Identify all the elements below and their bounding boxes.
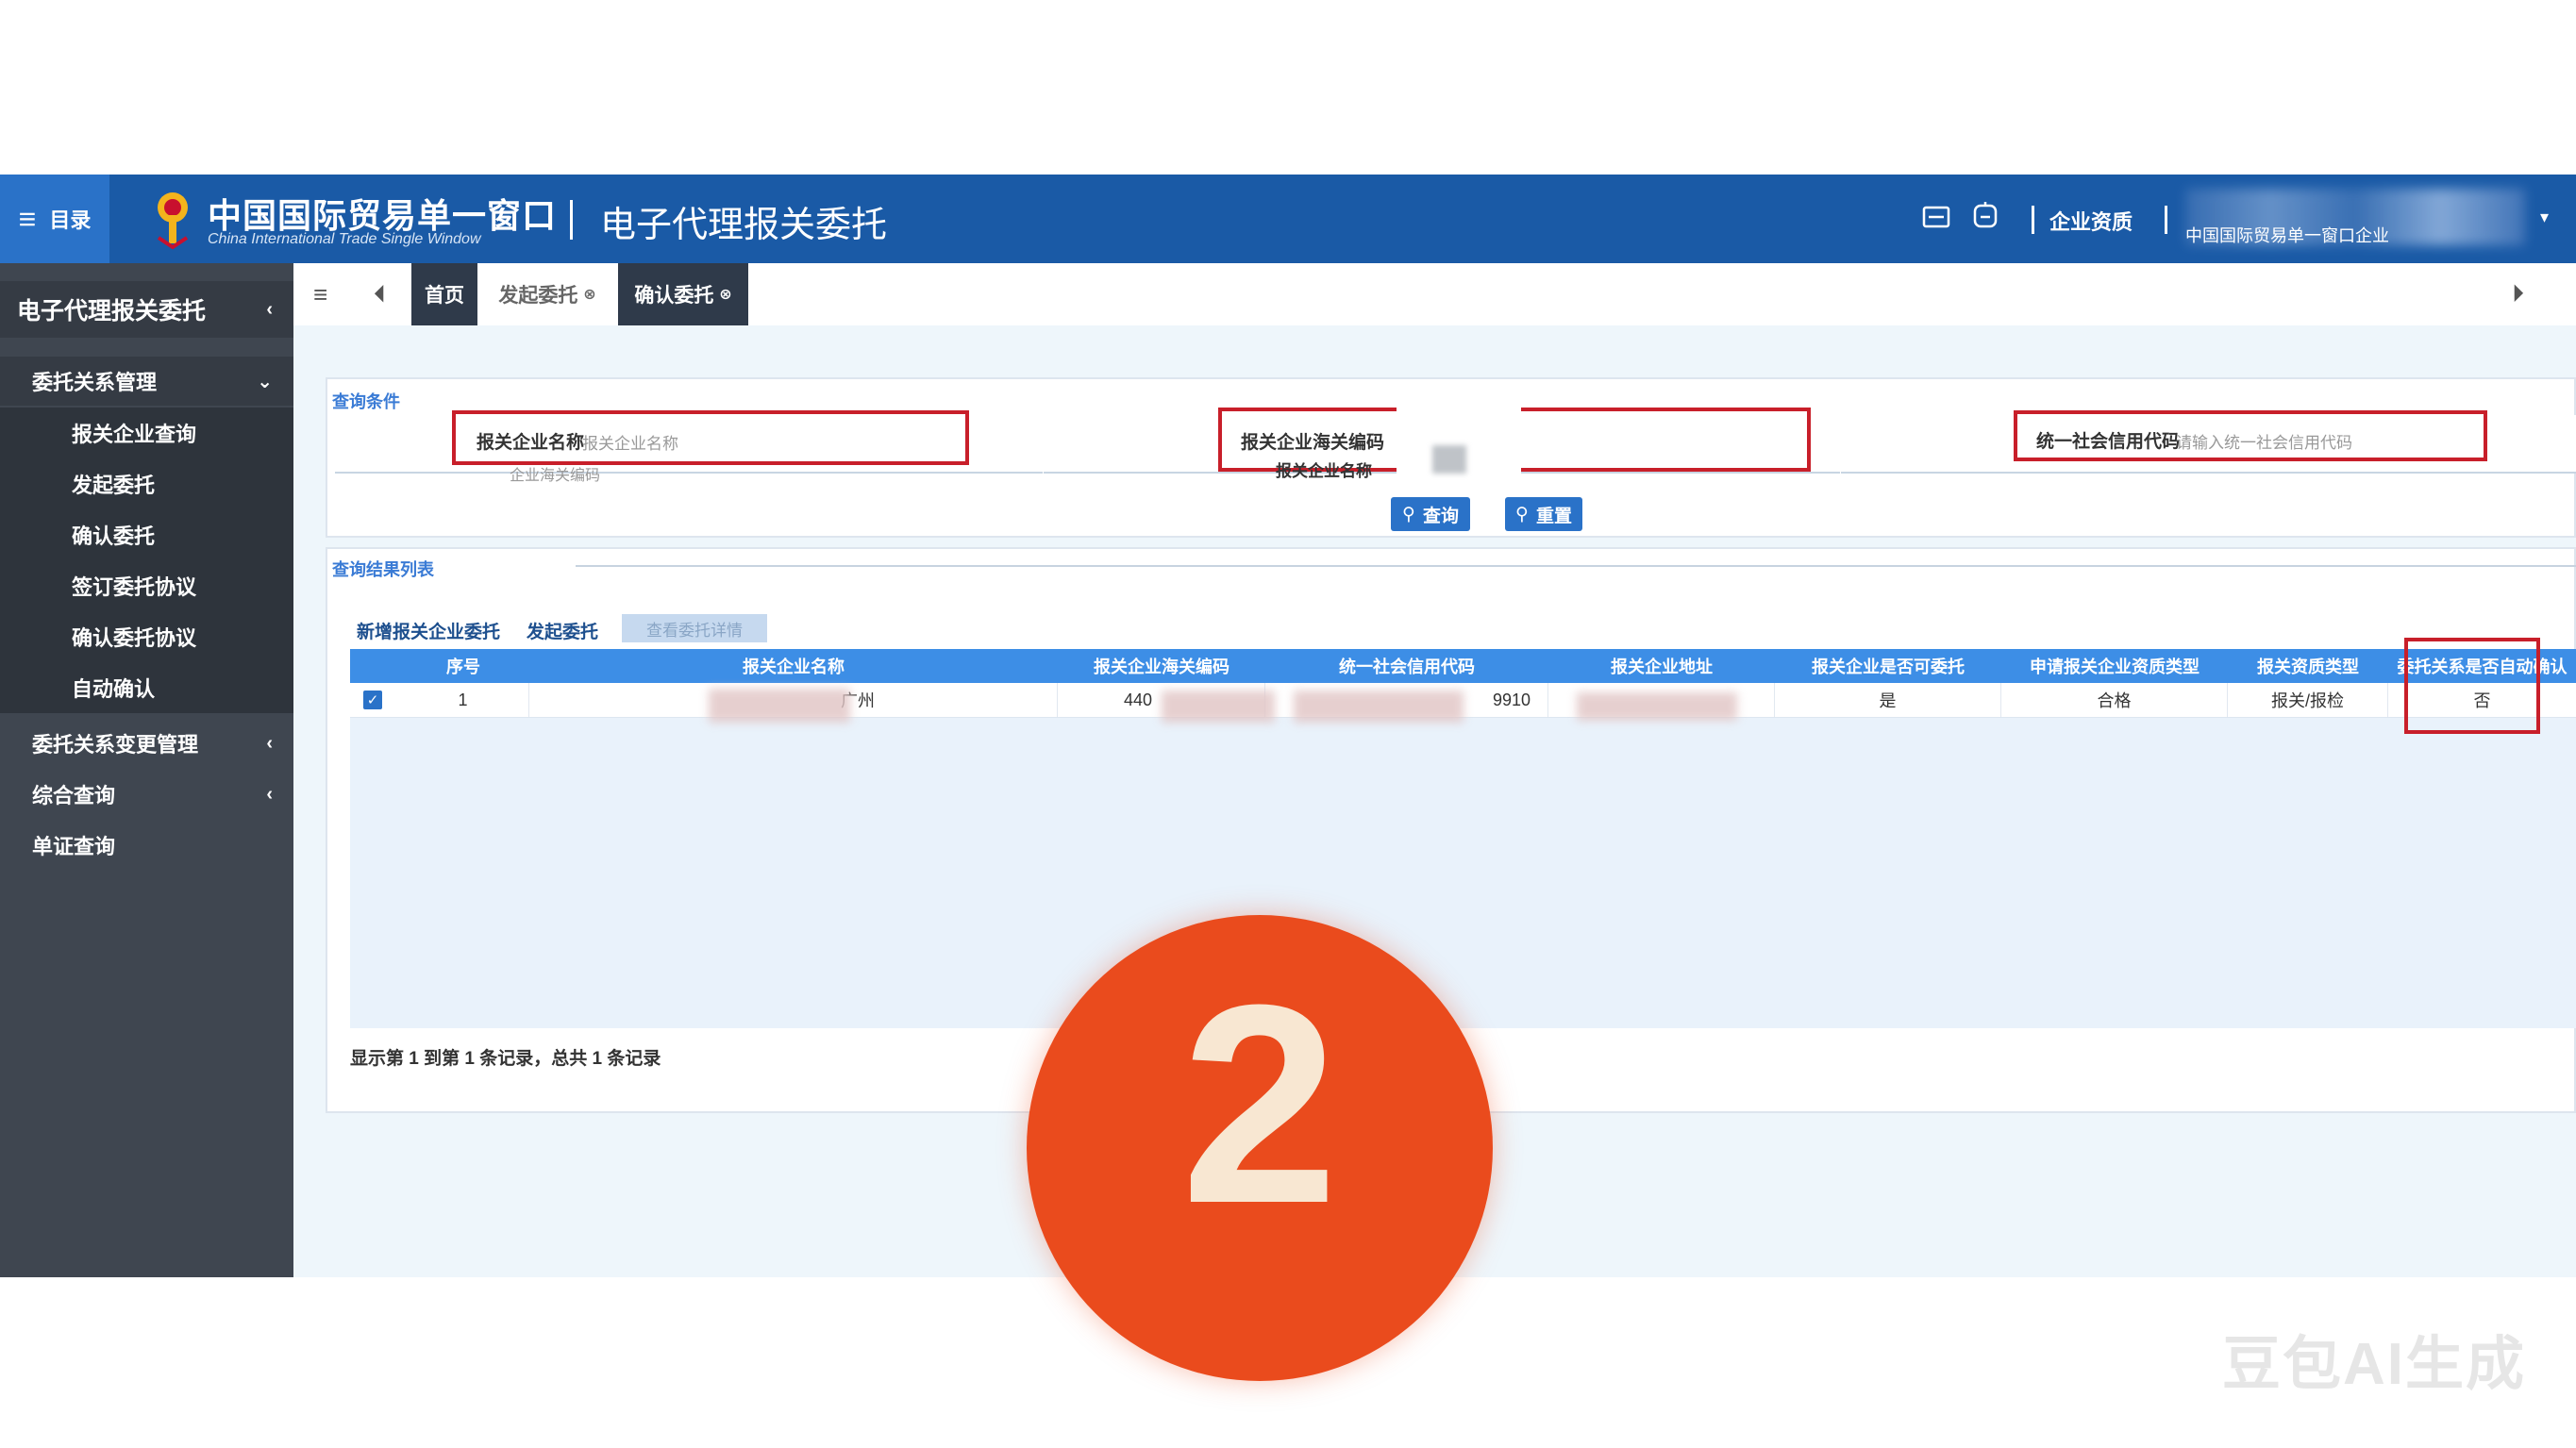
column-header: 报关资质类型 bbox=[2257, 657, 2359, 676]
search-icon: ⚲ bbox=[1515, 504, 1529, 524]
sidebar-item-auto-confirm[interactable]: 自动确认 bbox=[0, 662, 293, 713]
result-legend: 查询结果列表 bbox=[332, 560, 434, 579]
column-header: 统一社会信用代码 bbox=[1339, 657, 1475, 676]
sidebar-group-query[interactable]: 综合查询 ‹ bbox=[0, 770, 293, 819]
button-label: 查询 bbox=[1422, 506, 1459, 526]
field-sub-label: 企业海关编码 bbox=[510, 468, 601, 484]
sidebar-group-label: 综合查询 bbox=[32, 784, 116, 807]
tab-confirm[interactable]: 确认委托 ⊗ bbox=[618, 263, 748, 325]
field-placeholder: 报关企业名称 bbox=[582, 435, 678, 453]
highlight-auto-confirm-column bbox=[2404, 638, 2540, 734]
header-divider bbox=[2032, 206, 2034, 234]
menu-toggle-button[interactable]: ≡ 目录 bbox=[0, 175, 109, 263]
chevron-down-icon: ⌄ bbox=[257, 371, 273, 392]
query-button[interactable]: ⚲ 查询 bbox=[1391, 497, 1470, 531]
column-header: 申请报关企业资质类型 bbox=[2030, 657, 2200, 676]
chevron-left-icon: ‹ bbox=[266, 298, 273, 320]
cell-cert: 报关/报检 bbox=[2228, 683, 2388, 717]
tab-home[interactable]: 首页 bbox=[411, 263, 477, 325]
cell-can-entrust: 是 bbox=[1775, 683, 2001, 717]
chevron-left-icon: ‹ bbox=[266, 732, 273, 754]
redacted-blur bbox=[1162, 691, 1275, 723]
sidebar-group-label: 委托关系变更管理 bbox=[32, 733, 199, 757]
row-checkbox[interactable]: ✓ bbox=[363, 691, 382, 709]
sidebar-group-entrust[interactable]: 委托关系管理 ⌄ bbox=[0, 357, 293, 406]
sidebar-item-sign-agreement[interactable]: 签订委托协议 bbox=[0, 560, 293, 611]
user-name[interactable]: 中国国际贸易单一窗口企业 bbox=[2185, 223, 2389, 247]
credit-code-field[interactable]: 统一社会信用代码 请输入统一社会信用代码 bbox=[2014, 410, 2487, 461]
tab-label: 确认委托 bbox=[634, 285, 714, 307]
message-icon[interactable] bbox=[1921, 202, 1951, 232]
chevron-left-icon: ‹ bbox=[266, 783, 273, 805]
cell-text: 440 bbox=[1124, 690, 1153, 709]
header-divider bbox=[2165, 206, 2167, 234]
column-header: 报关企业海关编码 bbox=[1094, 657, 1229, 676]
add-entrust-link[interactable]: 新增报关企业委托 bbox=[357, 618, 500, 643]
legend-divider bbox=[576, 565, 2576, 567]
enterprise-name-field[interactable]: 报关企业名称 报关企业名称 bbox=[452, 410, 969, 465]
sidebar-group-label: 单证查询 bbox=[32, 835, 116, 858]
step-number: 2 bbox=[1180, 945, 1339, 1262]
field-sub-label: 报关企业名称 bbox=[1276, 462, 1372, 480]
menu-label: 目录 bbox=[49, 208, 92, 232]
customs-logo-icon bbox=[157, 192, 189, 249]
redacted-blur bbox=[709, 689, 850, 723]
field-label: 统一社会信用代码 bbox=[2036, 432, 2181, 452]
sidebar-group-doc-query[interactable]: 单证查询 bbox=[0, 821, 293, 870]
notification-icon[interactable] bbox=[1970, 200, 2000, 232]
column-header: 报关企业名称 bbox=[743, 657, 845, 676]
chevron-down-icon[interactable]: ▾ bbox=[2540, 208, 2549, 227]
tab-initiate[interactable]: 发起委托 ⊗ bbox=[477, 263, 617, 325]
redacted-blur bbox=[1294, 691, 1464, 723]
hamburger-icon: ≡ bbox=[18, 201, 37, 236]
watermark: 豆包AI生成 bbox=[2222, 1332, 2527, 1397]
initiate-entrust-link[interactable]: 发起委托 bbox=[527, 618, 598, 643]
grid-header: 序号 报关企业名称 报关企业海关编码 统一社会信用代码 报关企业地址 报关企业是… bbox=[350, 649, 2576, 683]
button-label: 重置 bbox=[1535, 506, 1572, 526]
sidebar-item-confirm-agreement[interactable]: 确认委托协议 bbox=[0, 611, 293, 662]
header-divider bbox=[570, 200, 573, 240]
dropdown-overlay bbox=[1397, 396, 1521, 491]
back-icon[interactable]: ⏴ bbox=[374, 263, 386, 325]
sidebar-group-label: 委托关系管理 bbox=[32, 371, 158, 394]
forward-icon[interactable]: ⏵ bbox=[2512, 263, 2524, 325]
field-label: 报关企业名称 bbox=[477, 433, 585, 453]
list-icon[interactable]: ≡ bbox=[313, 263, 327, 325]
column-header: 报关企业是否可委托 bbox=[1812, 657, 1965, 676]
sidebar-section-label: 电子代理报关委托 bbox=[17, 298, 207, 325]
sidebar-item-confirm[interactable]: 确认委托 bbox=[0, 509, 293, 560]
sidebar-item-initiate[interactable]: 发起委托 bbox=[0, 458, 293, 509]
pagination-info: 显示第 1 到第 1 条记录，总共 1 条记录 bbox=[350, 1049, 661, 1069]
enterprise-qualification-link[interactable]: 企业资质 bbox=[2049, 206, 2133, 236]
reset-button[interactable]: ⚲ 重置 bbox=[1505, 497, 1582, 531]
table-row[interactable]: ✓ 1 广州 440 9910 是 合格 报关/报检 否 bbox=[350, 683, 2576, 723]
dropdown-blur bbox=[1432, 445, 1466, 474]
field-placeholder: 请输入统一社会信用代码 bbox=[2176, 434, 2352, 452]
redacted-blur bbox=[1577, 692, 1737, 721]
page-title: 电子代理报关委托 bbox=[600, 206, 888, 245]
search-icon: ⚲ bbox=[1402, 504, 1415, 524]
cell-qual-type: 合格 bbox=[2001, 683, 2228, 717]
cell-index: 1 bbox=[397, 683, 529, 717]
close-icon[interactable]: ⊗ bbox=[719, 285, 731, 304]
sidebar-section-title[interactable]: 电子代理报关委托 ‹ bbox=[0, 281, 293, 338]
close-icon[interactable]: ⊗ bbox=[583, 285, 595, 304]
view-detail-button[interactable]: 查看委托详情 bbox=[622, 614, 767, 642]
field-label: 报关企业海关编码 bbox=[1241, 433, 1385, 453]
tab-label: 发起委托 bbox=[498, 285, 578, 307]
column-header: 序号 bbox=[446, 657, 480, 676]
search-legend: 查询条件 bbox=[332, 392, 400, 411]
sidebar-group-change[interactable]: 委托关系变更管理 ‹ bbox=[0, 719, 293, 768]
column-header: 报关企业地址 bbox=[1611, 657, 1713, 676]
sidebar-item-enterprise-query[interactable]: 报关企业查询 bbox=[0, 408, 293, 458]
brand-subtitle: China International Trade Single Window bbox=[208, 231, 481, 247]
header-checkbox-cell[interactable] bbox=[350, 649, 397, 683]
